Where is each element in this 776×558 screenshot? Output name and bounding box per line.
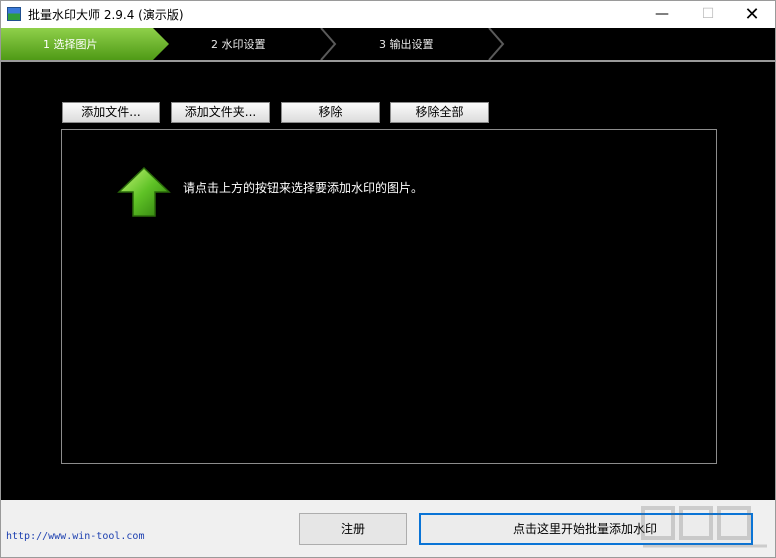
step-select-images[interactable]: 1 选择图片 <box>1 28 169 60</box>
close-button[interactable]: ✕ <box>729 1 775 28</box>
chevron-right-icon <box>320 28 337 60</box>
step-watermark-settings[interactable]: 2 水印设置 <box>211 28 266 60</box>
watermark-logo <box>641 506 767 548</box>
website-link[interactable]: http://www.win-tool.com <box>6 531 144 542</box>
remove-all-button[interactable]: 移除全部 <box>390 102 489 123</box>
register-button[interactable]: 注册 <box>299 513 407 545</box>
window-title: 批量水印大师 2.9.4 (演示版) <box>28 8 184 22</box>
minimize-button[interactable]: — <box>639 1 685 28</box>
add-file-button[interactable]: 添加文件... <box>62 102 160 123</box>
maximize-button[interactable]: ☐ <box>685 1 731 28</box>
app-icon <box>7 7 21 21</box>
chevron-right-icon <box>488 28 505 60</box>
remove-button[interactable]: 移除 <box>281 102 380 123</box>
footer-bar: http://www.win-tool.com 注册 点击这里开始批量添加水印 <box>1 500 775 557</box>
arrow-up-icon <box>117 166 171 217</box>
app-window: 批量水印大师 2.9.4 (演示版) — ☐ ✕ 1 选择图片 2 水印设置 3… <box>0 0 776 558</box>
title-bar: 批量水印大师 2.9.4 (演示版) — ☐ ✕ <box>1 1 775 28</box>
start-button-label: 点击这里开始批量添加水印 <box>513 522 658 536</box>
add-folder-button[interactable]: 添加文件夹... <box>171 102 270 123</box>
step-output-settings[interactable]: 3 输出设置 <box>379 28 434 60</box>
step-label: 1 选择图片 <box>43 38 98 51</box>
wizard-steps: 1 选择图片 2 水印设置 3 输出设置 <box>1 28 775 62</box>
image-list[interactable]: 请点击上方的按钮来选择要添加水印的图片。 <box>61 129 717 464</box>
empty-list-hint: 请点击上方的按钮来选择要添加水印的图片。 <box>183 181 424 195</box>
